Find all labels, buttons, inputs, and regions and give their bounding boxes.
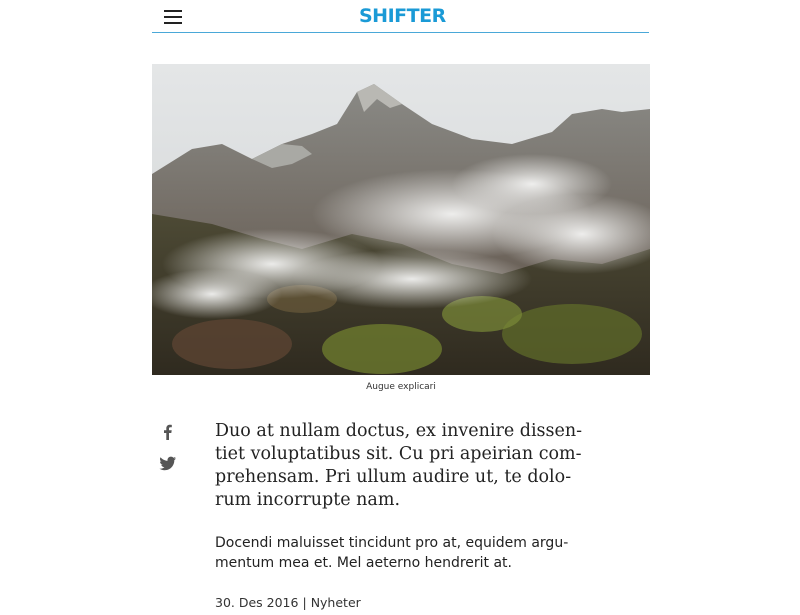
facebook-icon[interactable] — [158, 422, 178, 442]
twitter-icon[interactable] — [158, 453, 178, 473]
article-category[interactable]: Nyheter — [311, 595, 361, 610]
meta-separator: | — [302, 595, 307, 610]
article-lead: Duo at nullam doctus, ex invenire dissen… — [215, 421, 583, 510]
share-bar — [158, 422, 180, 484]
article-body: Docendi maluisset tincidunt pro at, equi… — [215, 535, 569, 571]
hamburger-menu-icon[interactable] — [164, 10, 182, 24]
article-date: 30. Des 2016 — [215, 595, 299, 610]
site-logo[interactable]: SHIFTER — [359, 5, 446, 27]
site-header: SHIFTER — [152, 0, 649, 33]
article-meta: 30. Des 2016 | Nyheter — [215, 595, 361, 610]
hero-image — [152, 64, 650, 375]
image-caption: Augue explicari — [366, 382, 436, 392]
